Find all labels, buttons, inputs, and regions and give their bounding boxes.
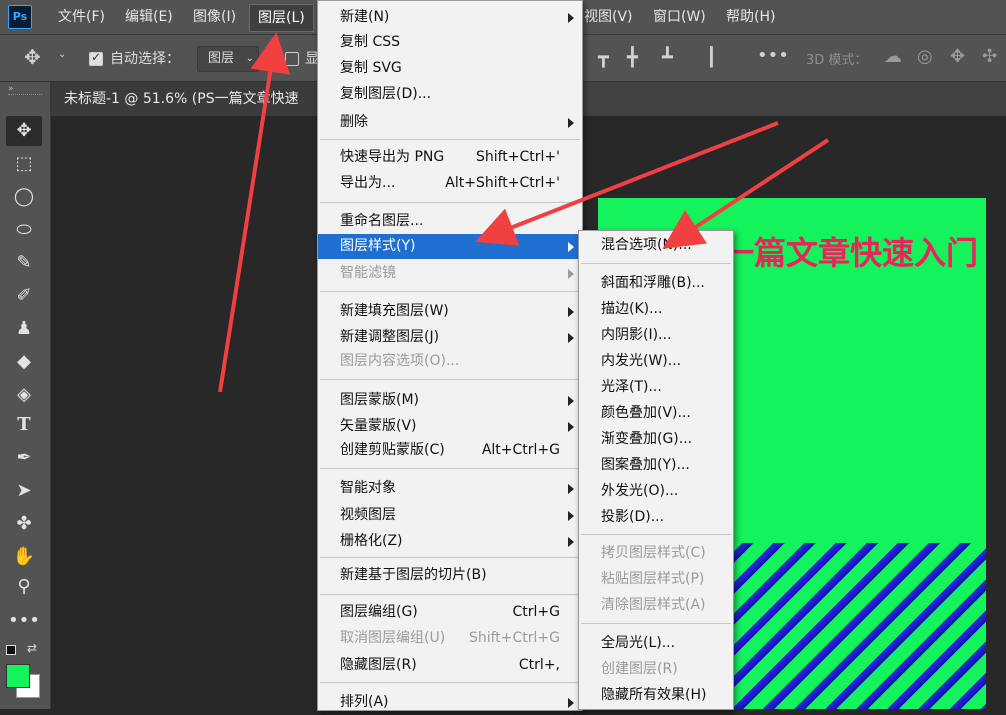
annotation-arrows — [218, 32, 830, 393]
annotation-arrow-to-layer-menu — [218, 32, 291, 393]
annotation-arrow-to-layer-style — [475, 121, 779, 246]
